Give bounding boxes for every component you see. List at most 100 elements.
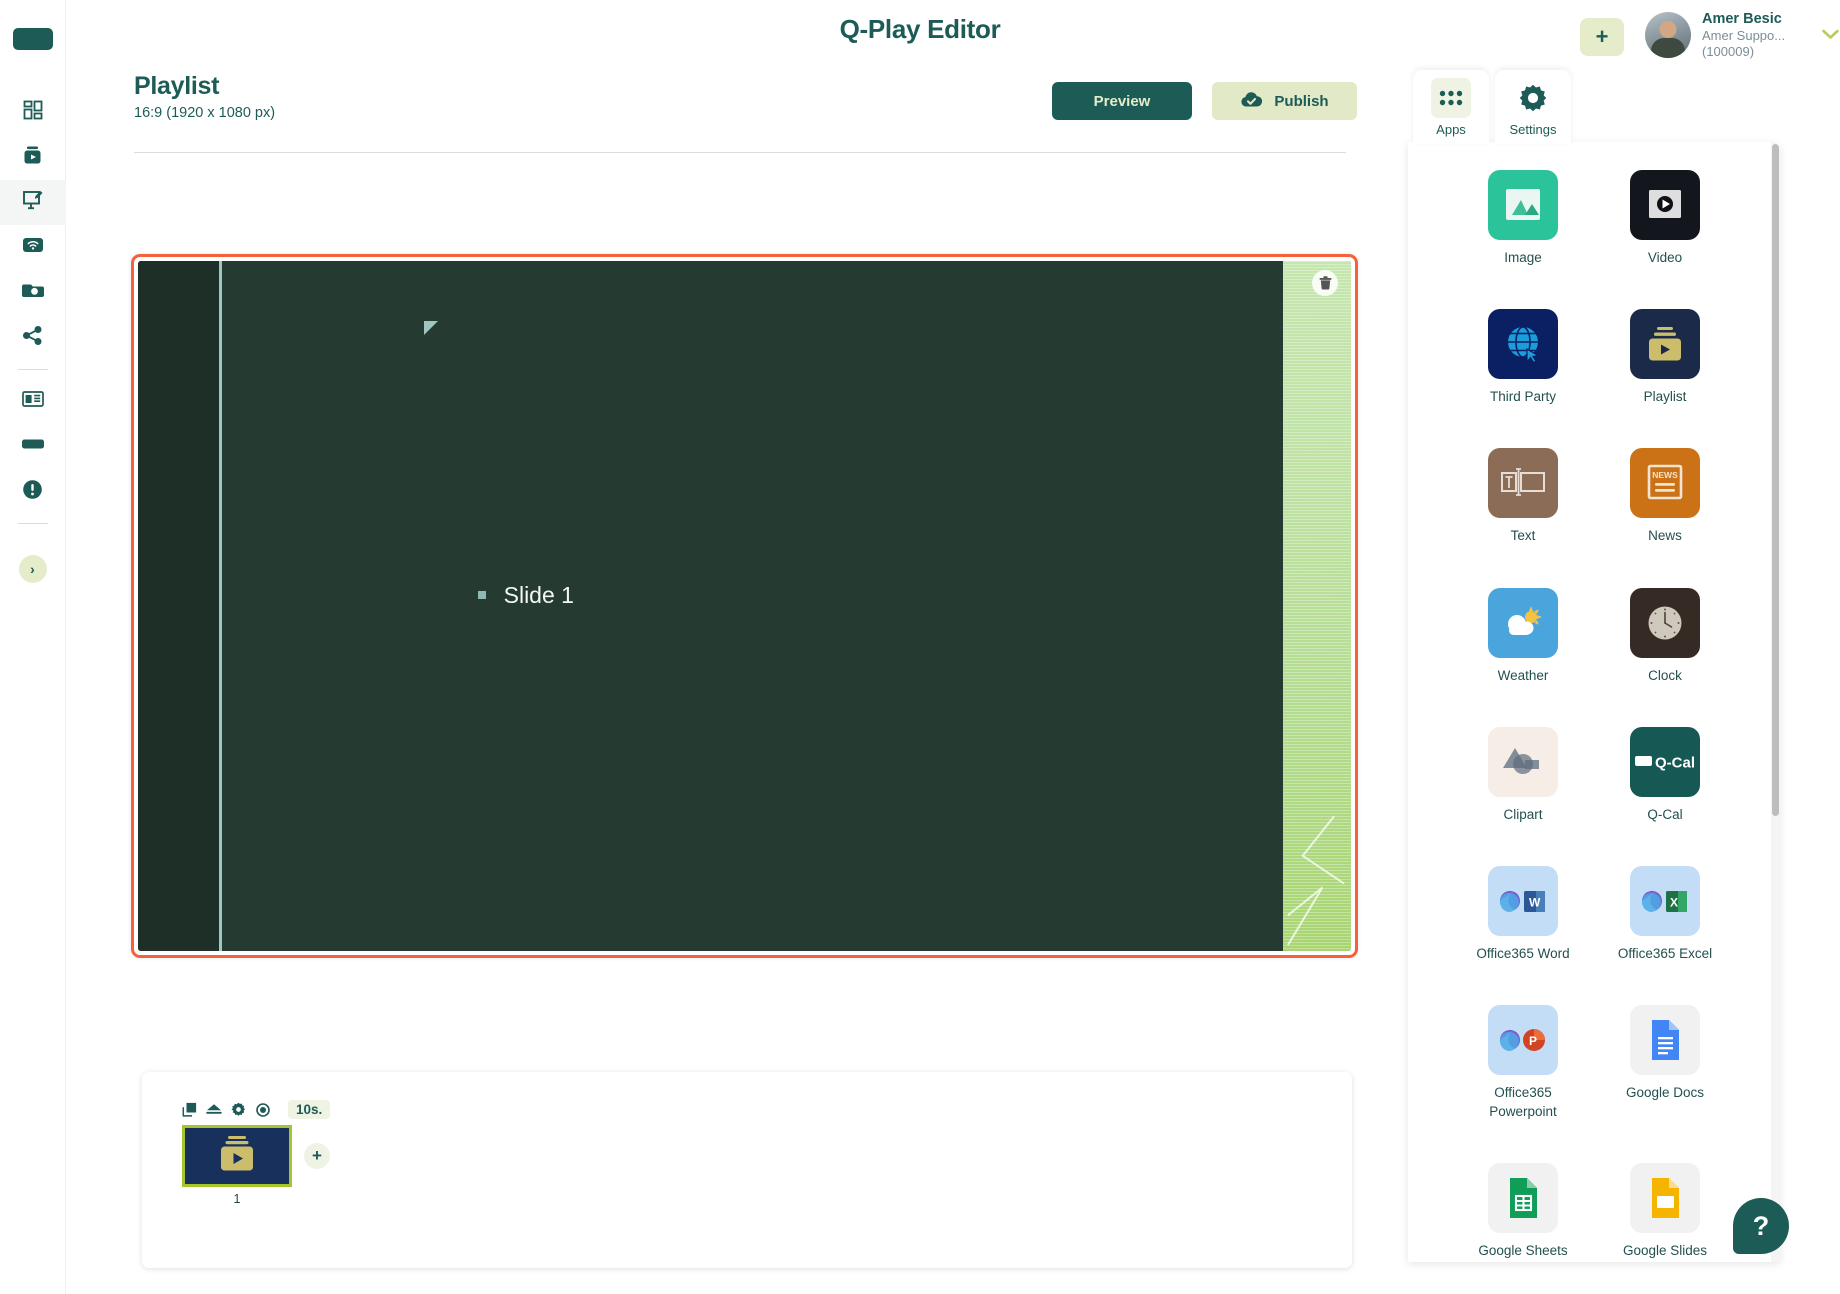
word-icon: W bbox=[1488, 866, 1558, 937]
app-item-office365-powerpoint[interactable]: P Office365 Powerpoint bbox=[1463, 1005, 1583, 1120]
slide-timeline: 10s. + 1 bbox=[142, 1072, 1352, 1268]
publish-label: Publish bbox=[1274, 92, 1329, 110]
right-panel: Apps Settings Image Video Third Party Pl… bbox=[1408, 70, 1780, 1278]
app-item-qcal[interactable]: Q-Cal Q-Cal bbox=[1605, 726, 1725, 824]
clipart-icon bbox=[1488, 726, 1558, 797]
page-resolution: 16:9 (1920 x 1080 px) bbox=[134, 105, 276, 121]
header-divider bbox=[134, 152, 1346, 153]
canvas-divider-line bbox=[219, 261, 223, 951]
svg-text:NEWS: NEWS bbox=[1652, 470, 1678, 480]
app-item-office365-word[interactable]: W Office365 Word bbox=[1463, 866, 1583, 963]
timeline-item-toolbar: 10s. bbox=[182, 1100, 331, 1119]
svg-text:P: P bbox=[1529, 1034, 1537, 1048]
left-nav-rail: › bbox=[0, 0, 66, 1294]
gear-icon[interactable] bbox=[231, 1102, 246, 1117]
gslides-icon bbox=[1630, 1162, 1700, 1233]
rail-divider-2 bbox=[17, 523, 48, 524]
slide-canvas-frame[interactable]: Slide 1 bbox=[131, 254, 1358, 958]
app-label: Text bbox=[1510, 528, 1536, 544]
gsheets-icon bbox=[1488, 1162, 1558, 1233]
preview-button[interactable]: Preview bbox=[1052, 82, 1192, 120]
app-item-office365-excel[interactable]: X Office365 Excel bbox=[1605, 866, 1725, 963]
slide-thumbnail[interactable] bbox=[182, 1125, 292, 1187]
tab-settings[interactable]: Settings bbox=[1495, 70, 1571, 144]
app-item-video[interactable]: Video bbox=[1605, 170, 1725, 267]
publish-button[interactable]: Publish bbox=[1212, 82, 1357, 120]
app-label: Playlist bbox=[1643, 389, 1687, 405]
slide-canvas[interactable]: Slide 1 bbox=[138, 261, 1351, 951]
sidebar-item-alerts[interactable] bbox=[0, 469, 66, 514]
user-menu[interactable]: Amer Besic Amer Suppo...(100009) bbox=[1645, 10, 1840, 61]
app-item-clipart[interactable]: Clipart bbox=[1463, 726, 1583, 824]
app-label: Weather bbox=[1497, 667, 1549, 683]
add-button[interactable]: + bbox=[1580, 18, 1624, 56]
sidebar-item-broadcast[interactable] bbox=[0, 225, 66, 270]
user-name: Amer Besic bbox=[1702, 11, 1782, 27]
clock-icon bbox=[1630, 587, 1700, 658]
app-item-news[interactable]: NEWS News bbox=[1605, 448, 1725, 545]
app-item-google-slides[interactable]: Google Slides bbox=[1605, 1162, 1725, 1260]
app-item-image[interactable]: Image bbox=[1463, 170, 1583, 267]
grid-dots-icon bbox=[1431, 77, 1471, 118]
slide-label: Slide 1 bbox=[503, 581, 574, 608]
slide-corner-marker bbox=[424, 321, 439, 336]
app-label: Google Sheets bbox=[1478, 1242, 1568, 1258]
duplicate-icon[interactable] bbox=[182, 1102, 197, 1117]
transition-icon[interactable] bbox=[206, 1103, 222, 1117]
chevron-down-icon[interactable] bbox=[1821, 24, 1840, 46]
add-slide-button[interactable]: + bbox=[304, 1143, 330, 1169]
app-item-playlist[interactable]: Playlist bbox=[1605, 309, 1725, 406]
tab-apps-label: Apps bbox=[1436, 121, 1466, 137]
sidebar-item-editor[interactable] bbox=[0, 180, 66, 225]
news-icon: NEWS bbox=[1630, 448, 1700, 519]
editor-screen-icon bbox=[22, 189, 44, 216]
app-title: Q-Play Editor bbox=[839, 14, 1001, 44]
svg-text:W: W bbox=[1529, 896, 1541, 910]
slide-text-block[interactable]: Slide 1 bbox=[477, 581, 574, 609]
delete-slide-button[interactable] bbox=[1312, 270, 1338, 296]
video-icon bbox=[1630, 170, 1700, 240]
cloud-check-icon bbox=[1240, 91, 1263, 112]
app-label: Office365 Word bbox=[1476, 946, 1570, 962]
sidebar-item-media[interactable] bbox=[0, 135, 66, 180]
canvas-left-band bbox=[138, 261, 220, 951]
timeline-slide-item[interactable]: 10s. + 1 bbox=[182, 1100, 331, 1206]
excel-icon: X bbox=[1630, 866, 1700, 937]
sidebar-item-player[interactable] bbox=[0, 270, 66, 315]
apps-panel-scrollbar[interactable] bbox=[1771, 142, 1780, 1262]
sidebar-item-share[interactable] bbox=[0, 315, 66, 360]
wifi-screen-icon bbox=[22, 237, 44, 258]
news-card-icon bbox=[21, 390, 44, 413]
alert-circle-icon bbox=[22, 479, 43, 505]
editor-app: › Q-Play Editor + Amer Besic Amer Suppo.… bbox=[0, 0, 1840, 1294]
zigzag-decoration-icon bbox=[1287, 815, 1345, 946]
sidebar-item-news[interactable] bbox=[0, 379, 66, 424]
sidebar-item-dashboard[interactable] bbox=[0, 90, 66, 135]
qcal-icon: Q-Cal bbox=[1630, 726, 1700, 797]
app-item-text[interactable]: Text bbox=[1463, 448, 1583, 545]
tab-settings-label: Settings bbox=[1509, 121, 1557, 137]
powerpoint-icon: P bbox=[1488, 1005, 1558, 1076]
app-label: Office365 Powerpoint bbox=[1489, 1085, 1557, 1119]
svg-text:Q-Cal: Q-Cal bbox=[1655, 754, 1695, 771]
globe-icon bbox=[1488, 309, 1558, 380]
app-item-google-sheets[interactable]: Google Sheets bbox=[1463, 1162, 1583, 1260]
canvas-right-gradient-band bbox=[1283, 261, 1351, 951]
slide-duration[interactable]: 10s. bbox=[288, 1100, 331, 1119]
tab-apps[interactable]: Apps bbox=[1413, 70, 1489, 144]
app-label: News bbox=[1648, 528, 1682, 544]
sidebar-expand-button[interactable]: › bbox=[18, 555, 47, 583]
app-item-third-party[interactable]: Third Party bbox=[1463, 309, 1583, 406]
text-icon bbox=[1488, 448, 1558, 519]
rail-divider-1 bbox=[17, 369, 48, 370]
scrollbar-thumb[interactable] bbox=[1772, 144, 1779, 816]
eye-icon[interactable] bbox=[255, 1102, 271, 1117]
app-item-clock[interactable]: Clock bbox=[1605, 587, 1725, 685]
app-item-weather[interactable]: Weather bbox=[1463, 587, 1583, 685]
app-item-google-docs[interactable]: Google Docs bbox=[1605, 1005, 1725, 1120]
help-button[interactable]: ? bbox=[1733, 1198, 1789, 1254]
gear-icon bbox=[1513, 78, 1553, 118]
app-label: Google Slides bbox=[1622, 1242, 1708, 1258]
sidebar-item-display[interactable] bbox=[0, 424, 66, 469]
app-label: Q-Cal bbox=[1647, 806, 1683, 822]
